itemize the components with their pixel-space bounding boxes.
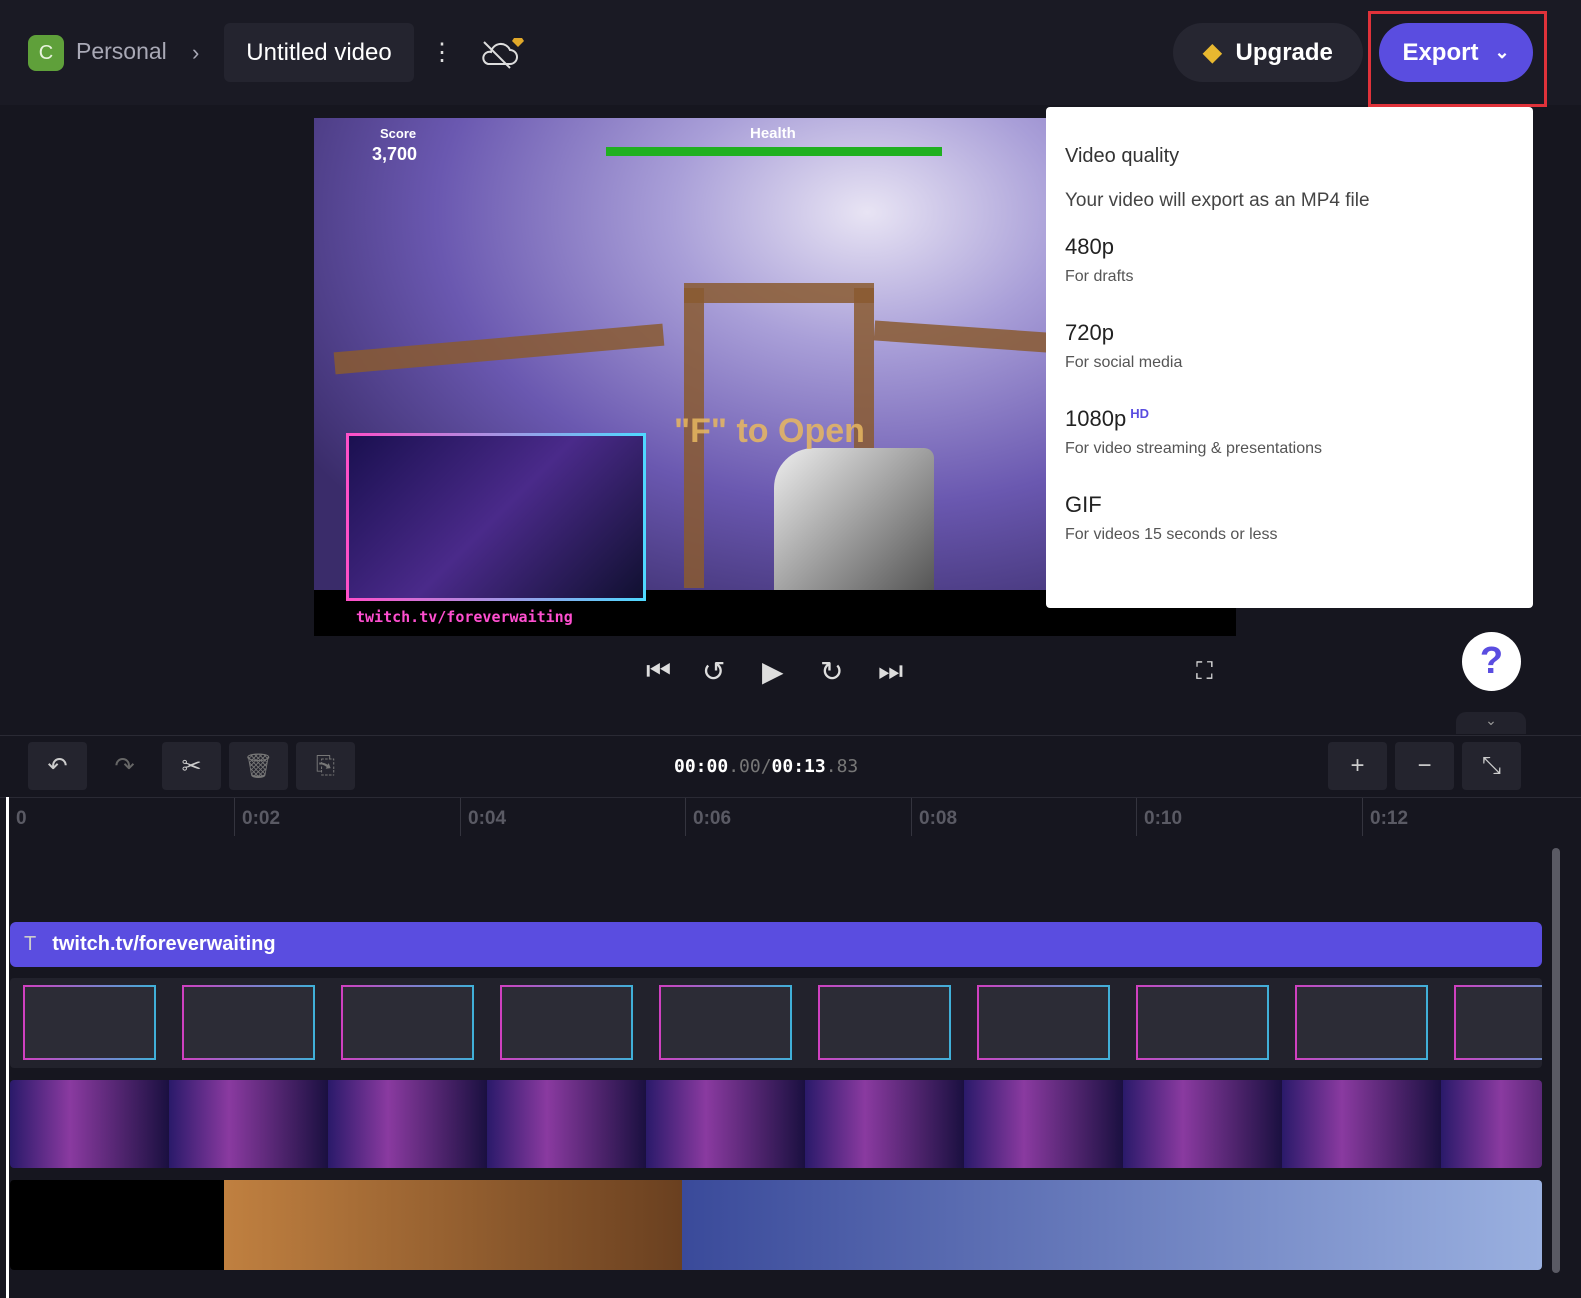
tick-label: 0 (16, 808, 27, 829)
highlight-box (1368, 11, 1547, 107)
redo-button[interactable]: ↷ (95, 742, 154, 790)
health-bar (606, 147, 942, 156)
text-clip[interactable]: Ttwitch.tv/foreverwaiting (10, 922, 1542, 967)
option-480p[interactable]: 480p For drafts (1065, 234, 1514, 286)
fullscreen-icon[interactable]: ⛶ (1196, 658, 1213, 686)
undo-button[interactable]: ↶ (28, 742, 87, 790)
more-options-icon[interactable]: ⋮ (430, 38, 454, 67)
tick-label: 0:02 (242, 808, 281, 829)
option-gif[interactable]: GIF For videos 15 seconds or less (1065, 492, 1514, 544)
split-button[interactable]: ✂ (162, 742, 221, 790)
cloud-off-icon[interactable] (480, 36, 528, 77)
health-label: Health (750, 125, 796, 142)
play-icon[interactable]: ▶ (762, 655, 784, 688)
collapse-chevron-icon[interactable]: ⌄ (1456, 712, 1526, 734)
tick-label: 0:10 (1144, 808, 1183, 829)
gameplay-video-clip[interactable] (10, 1180, 1542, 1270)
upgrade-button[interactable]: ◆ Upgrade (1173, 23, 1363, 82)
tick-label: 0:12 (1370, 808, 1409, 829)
game-prompt: "F" to Open (674, 412, 865, 450)
playhead[interactable] (6, 797, 9, 1298)
divider (0, 735, 1581, 736)
project-title[interactable]: Untitled video (224, 23, 414, 82)
hd-badge: HD (1130, 406, 1149, 421)
forward-5-icon[interactable]: ↻ (820, 655, 843, 688)
score-label: Score (380, 126, 417, 141)
help-button[interactable]: ? (1462, 632, 1521, 691)
overlay-text: twitch.tv/foreverwaiting (356, 608, 573, 626)
delete-button[interactable]: 🗑 (229, 742, 288, 790)
skip-end-icon[interactable]: ⏭ (878, 655, 903, 688)
tick-label: 0:04 (468, 808, 507, 829)
chevron-right-icon: › (192, 40, 200, 65)
timeline-scrollbar[interactable] (1552, 848, 1560, 1273)
webcam-video-clip[interactable] (10, 1080, 1542, 1168)
option-1080p[interactable]: 1080p HD For video streaming & presentatio… (1065, 406, 1514, 458)
webcam-overlay (346, 433, 646, 601)
rewind-5-icon[interactable]: ↺ (702, 655, 725, 688)
frame-overlay-clip[interactable] (10, 978, 1542, 1068)
export-dropdown: Video quality Your video will export as … (1046, 107, 1533, 608)
timecode: 00:00.00/00:13.83 (674, 756, 859, 777)
tick-label: 0:08 (919, 808, 958, 829)
diamond-icon: ◆ (1203, 39, 1222, 66)
timeline-ruler[interactable]: 0 0:02 0:04 0:06 0:08 0:10 0:12 (0, 797, 1581, 842)
breadcrumb-workspace[interactable]: Personal (76, 38, 167, 65)
option-720p[interactable]: 720p For social media (1065, 320, 1514, 372)
zoom-out-button[interactable]: − (1395, 742, 1454, 790)
skip-start-icon[interactable]: ⏮ (646, 655, 671, 688)
score-value: 3,700 (372, 144, 418, 164)
duplicate-button[interactable]: ⎘ (296, 742, 355, 790)
dropdown-title: Video quality (1065, 145, 1180, 167)
dropdown-subtitle: Your video will export as an MP4 file (1065, 190, 1370, 211)
text-icon: T (24, 933, 37, 955)
zoom-in-button[interactable]: + (1328, 742, 1387, 790)
workspace-avatar[interactable]: C (28, 35, 64, 71)
fit-timeline-button[interactable]: ⤡ (1462, 742, 1521, 790)
tick-label: 0:06 (693, 808, 732, 829)
